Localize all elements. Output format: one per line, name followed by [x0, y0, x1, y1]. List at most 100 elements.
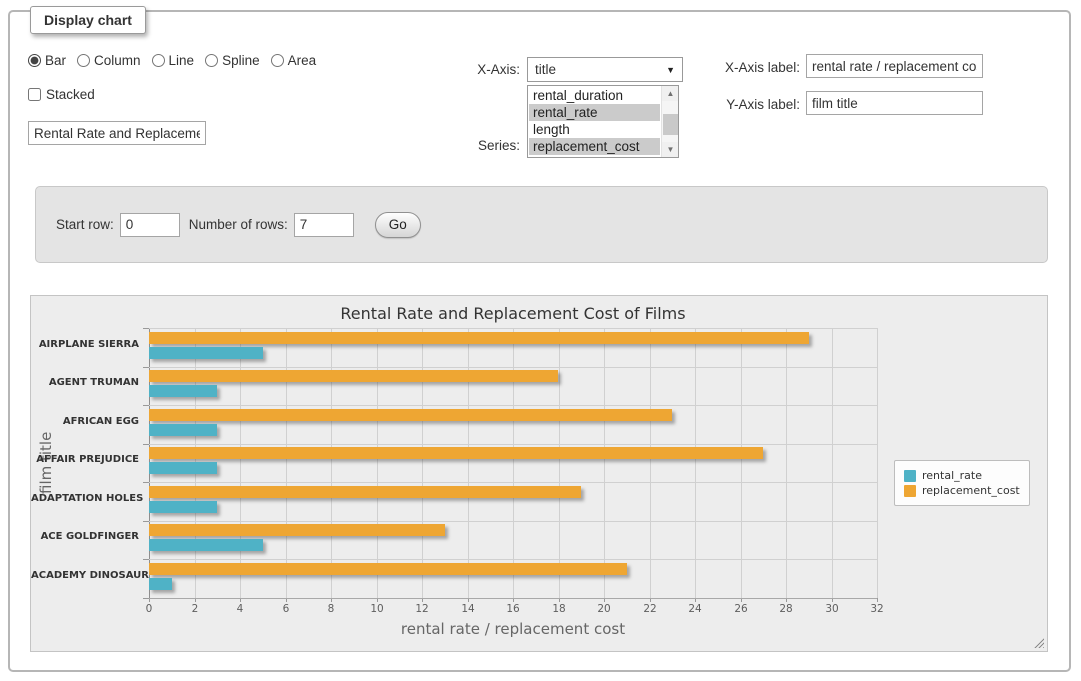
series-option-length[interactable]: length — [529, 121, 660, 138]
chart-type-option-area[interactable]: Area — [271, 53, 317, 68]
series-option-rental_rate[interactable]: rental_rate — [529, 104, 660, 121]
x-tick-label: 22 — [630, 603, 670, 615]
gridline — [149, 559, 877, 560]
chart-type-radio-area[interactable] — [271, 54, 284, 67]
x-axis-tick — [877, 598, 878, 602]
fieldset-legend-text: Display chart — [44, 12, 132, 28]
chart-legend: rental_rate replacement_cost — [894, 460, 1030, 506]
replacement_cost-bar — [149, 486, 581, 498]
x-axis-select[interactable]: title ▼ — [527, 57, 683, 82]
legend-item-rental_rate[interactable]: rental_rate — [904, 469, 1020, 482]
gridline — [513, 328, 514, 598]
rental_rate-bar — [149, 385, 217, 397]
x-tick-label: 8 — [311, 603, 351, 615]
series-listbox[interactable]: rental_durationrental_ratelengthreplacem… — [527, 85, 679, 158]
stacked-checkbox[interactable] — [28, 88, 41, 101]
x-tick-label: 18 — [539, 603, 579, 615]
gridline — [695, 328, 696, 598]
gridline — [149, 405, 877, 406]
x-tick-label: 12 — [402, 603, 442, 615]
go-button[interactable]: Go — [375, 212, 421, 238]
replacement_cost-bar — [149, 370, 558, 382]
x-axis-select-value: title — [535, 62, 666, 77]
x-tick-label: 10 — [357, 603, 397, 615]
row-controls-panel: Start row: Number of rows: Go — [35, 186, 1048, 263]
gridline — [786, 328, 787, 598]
chart-type-radio-group: Bar Column Line Spline Area — [28, 53, 327, 68]
replacement_cost-bar — [149, 447, 763, 459]
category-label: AFFAIR PREJUDICE — [31, 454, 139, 466]
legend-item-replacement_cost[interactable]: replacement_cost — [904, 484, 1020, 497]
category-label: ACE GOLDFINGER — [31, 531, 139, 543]
gridline — [149, 367, 877, 368]
gridline — [149, 598, 877, 599]
x-axis-title: rental rate / replacement cost — [149, 620, 877, 638]
start-row-input[interactable] — [120, 213, 180, 237]
y-axis-label-input[interactable] — [806, 91, 983, 115]
legend-label: replacement_cost — [922, 484, 1020, 497]
chart-type-option-column[interactable]: Column — [77, 53, 141, 68]
rental_rate-bar — [149, 539, 263, 551]
series-option-rental_duration[interactable]: rental_duration — [529, 87, 660, 104]
category-label: AIRPLANE SIERRA — [31, 339, 139, 351]
y-axis-label-label: Y-Axis label: — [676, 97, 800, 112]
rental_rate-bar — [149, 578, 172, 590]
number-of-rows-input[interactable] — [294, 213, 354, 237]
chart-type-radio-bar[interactable] — [28, 54, 41, 67]
legend-label: rental_rate — [922, 469, 982, 482]
rental_rate-bar — [149, 462, 217, 474]
category-label: ACADEMY DINOSAUR — [31, 570, 139, 582]
replacement_cost-bar — [149, 563, 627, 575]
legend-swatch — [904, 485, 916, 497]
number-of-rows-label: Number of rows: — [189, 217, 288, 232]
chart-type-option-label: Line — [169, 53, 195, 68]
series-options: rental_durationrental_ratelengthreplacem… — [529, 87, 660, 155]
replacement_cost-bar — [149, 409, 672, 421]
gridline — [559, 328, 560, 598]
chart-type-option-bar[interactable]: Bar — [28, 53, 66, 68]
gridline — [149, 482, 877, 483]
gridline — [468, 328, 469, 598]
x-tick-label: 0 — [129, 603, 169, 615]
x-tick-label: 30 — [812, 603, 852, 615]
gridline — [650, 328, 651, 598]
x-tick-label: 20 — [584, 603, 624, 615]
fieldset-legend: Display chart — [30, 6, 146, 34]
start-row-label: Start row: — [56, 217, 114, 232]
category-label: AFRICAN EGG — [31, 416, 139, 428]
chart-panel: Rental Rate and Replacement Cost of Film… — [30, 295, 1048, 652]
gridline — [240, 328, 241, 598]
gridline — [832, 328, 833, 598]
replacement_cost-bar — [149, 524, 445, 536]
x-tick-label: 32 — [857, 603, 897, 615]
chart-type-option-spline[interactable]: Spline — [205, 53, 260, 68]
chart-type-radio-spline[interactable] — [205, 54, 218, 67]
gridline — [877, 328, 878, 598]
scroll-down-icon[interactable]: ▼ — [662, 142, 679, 157]
category-label: AGENT TRUMAN — [31, 377, 139, 389]
chart-type-option-label: Column — [94, 53, 141, 68]
gridline — [377, 328, 378, 598]
gridline — [286, 328, 287, 598]
chart-type-option-line[interactable]: Line — [152, 53, 195, 68]
x-tick-label: 14 — [448, 603, 488, 615]
chart-title-input[interactable] — [28, 121, 206, 145]
page: Display chart Bar Column Line Spline Area St… — [0, 0, 1081, 681]
x-tick-label: 26 — [721, 603, 761, 615]
series-option-replacement_cost[interactable]: replacement_cost — [529, 138, 660, 155]
x-tick-label: 24 — [675, 603, 715, 615]
scrollbar-thumb[interactable] — [663, 114, 678, 135]
gridline — [331, 328, 332, 598]
x-tick-label: 6 — [266, 603, 306, 615]
plot-area — [149, 328, 877, 598]
rental_rate-bar — [149, 347, 263, 359]
chart-type-radio-line[interactable] — [152, 54, 165, 67]
stacked-checkbox-row[interactable]: Stacked — [28, 87, 95, 102]
x-axis-label-input[interactable] — [806, 54, 983, 78]
dropdown-arrow-icon: ▼ — [666, 65, 675, 75]
chart-type-radio-column[interactable] — [77, 54, 90, 67]
gridline — [604, 328, 605, 598]
stacked-checkbox-label: Stacked — [46, 87, 95, 102]
chart-type-option-label: Bar — [45, 53, 66, 68]
resize-grip-icon[interactable] — [1033, 637, 1044, 648]
